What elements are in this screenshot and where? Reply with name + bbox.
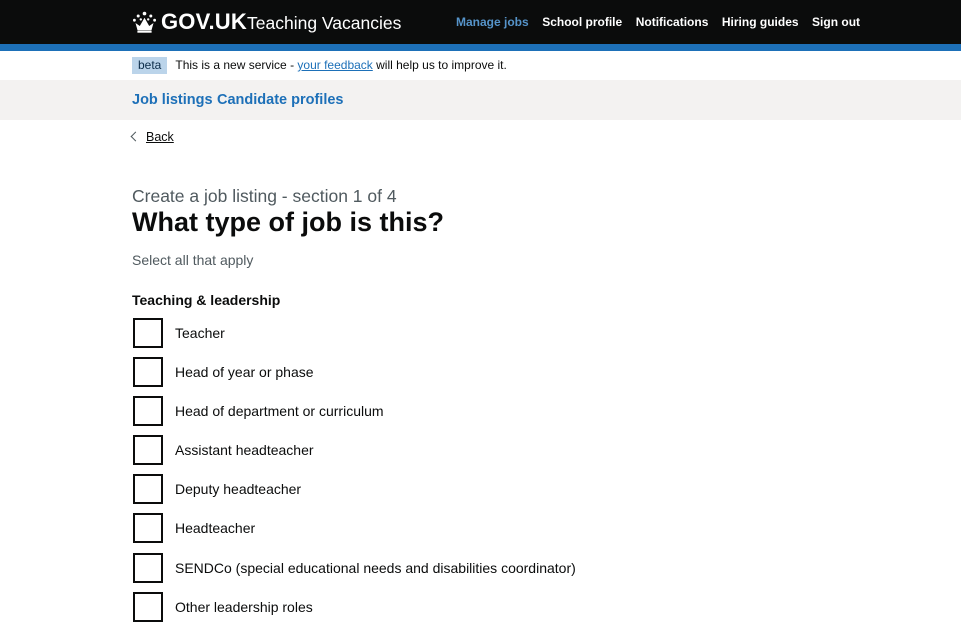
checkbox-other-leadership[interactable]	[133, 591, 163, 622]
checkbox-label[interactable]: Headteacher	[175, 519, 255, 537]
govuk-logo-link[interactable]: GOV.UK	[132, 8, 247, 36]
phase-text-after: will help us to improve it.	[372, 58, 507, 72]
checkbox-option-deputy-headteacher[interactable]: Deputy headteacher	[133, 474, 576, 505]
logo-text: GOV.UK	[161, 9, 247, 34]
crown-icon	[133, 11, 156, 33]
site-header: GOV.UK Teaching Vacancies Manage jobs Sc…	[0, 0, 961, 44]
subnav-candidate-profiles[interactable]: Candidate profiles	[217, 91, 344, 109]
back-link-label: Back	[146, 130, 174, 144]
fieldset-legend: Teaching & leadership	[132, 292, 281, 308]
header-nav: Manage jobs School profile Notifications…	[456, 14, 874, 30]
form-caption: Create a job listing - section 1 of 4	[132, 186, 397, 206]
checkbox-label[interactable]: Head of department or curriculum	[175, 402, 384, 420]
phase-banner-text: This is a new service - your feedback wi…	[175, 57, 507, 74]
checkbox-option-head-of-year[interactable]: Head of year or phase	[133, 356, 576, 387]
checkbox-label[interactable]: Other leadership roles	[175, 598, 313, 616]
checkbox-option-headteacher[interactable]: Headteacher	[133, 513, 576, 544]
nav-school-profile[interactable]: School profile	[542, 14, 622, 30]
checkbox-option-sendco[interactable]: SENDCo (special educational needs and di…	[133, 552, 576, 583]
checkbox-sendco[interactable]	[133, 552, 163, 583]
feedback-link[interactable]: your feedback	[297, 58, 372, 72]
chevron-left-icon	[130, 131, 141, 141]
checkbox-teacher[interactable]	[133, 317, 163, 348]
checkbox-label[interactable]: Head of year or phase	[175, 363, 314, 381]
checkbox-deputy-headteacher[interactable]	[133, 474, 163, 505]
nav-manage-jobs[interactable]: Manage jobs	[456, 14, 529, 30]
nav-notifications[interactable]: Notifications	[636, 14, 709, 30]
checkbox-label[interactable]: Assistant headteacher	[175, 441, 314, 459]
checkbox-option-assistant-headteacher[interactable]: Assistant headteacher	[133, 435, 576, 466]
job-type-checkboxes: Teacher Head of year or phase Head of de…	[133, 317, 576, 631]
phase-banner: beta This is a new service - your feedba…	[132, 57, 507, 74]
checkbox-option-head-of-department[interactable]: Head of department or curriculum	[133, 395, 576, 426]
checkbox-headteacher[interactable]	[133, 513, 163, 544]
back-link[interactable]: Back	[130, 130, 174, 144]
form-hint: Select all that apply	[132, 252, 254, 268]
beta-tag: beta	[132, 57, 168, 74]
checkbox-option-other-leadership[interactable]: Other leadership roles	[133, 591, 576, 622]
page-title: What type of job is this?	[132, 207, 444, 237]
nav-sign-out[interactable]: Sign out	[812, 14, 860, 30]
checkbox-head-of-year[interactable]	[133, 356, 163, 387]
checkbox-head-of-department[interactable]	[133, 395, 163, 426]
service-name[interactable]: Teaching Vacancies	[247, 12, 401, 34]
checkbox-assistant-headteacher[interactable]	[133, 435, 163, 466]
nav-hiring-guides[interactable]: Hiring guides	[722, 14, 799, 30]
sub-navigation: Job listings Candidate profiles	[0, 80, 961, 120]
header-blue-stripe	[0, 44, 961, 51]
checkbox-label[interactable]: Teacher	[175, 324, 225, 342]
phase-text-before: This is a new service -	[175, 58, 298, 72]
checkbox-label[interactable]: Deputy headteacher	[175, 480, 301, 498]
subnav-job-listings[interactable]: Job listings	[132, 91, 213, 109]
checkbox-option-teacher[interactable]: Teacher	[133, 317, 576, 348]
checkbox-label[interactable]: SENDCo (special educational needs and di…	[175, 559, 576, 577]
